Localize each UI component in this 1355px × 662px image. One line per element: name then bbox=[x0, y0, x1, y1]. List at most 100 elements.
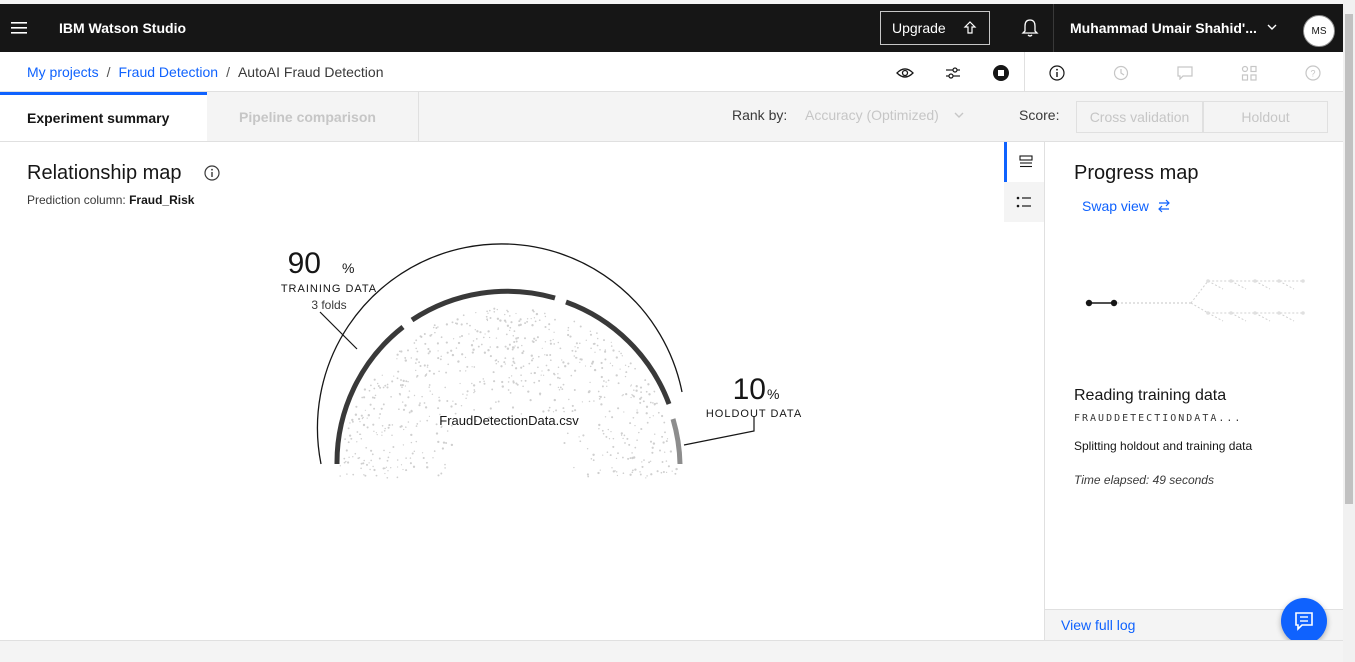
outer-arc bbox=[316, 243, 683, 465]
data-point bbox=[509, 329, 511, 332]
data-point bbox=[612, 470, 615, 473]
dataset-name[interactable]: FraudDetectionData.csv bbox=[439, 413, 579, 428]
data-point bbox=[437, 407, 440, 410]
data-point bbox=[566, 333, 570, 337]
data-point bbox=[649, 401, 652, 404]
breadcrumb-fraud-detection[interactable]: Fraud Detection bbox=[118, 64, 218, 80]
data-point bbox=[497, 327, 500, 329]
data-point bbox=[426, 366, 429, 368]
data-point bbox=[435, 423, 438, 426]
data-point bbox=[646, 475, 648, 477]
data-point bbox=[581, 401, 584, 403]
tab-pipeline-comparison[interactable]: Pipeline comparison bbox=[207, 92, 419, 141]
data-point bbox=[553, 398, 556, 402]
apps-icon[interactable] bbox=[1240, 64, 1258, 82]
settings-sliders-icon[interactable] bbox=[944, 64, 962, 82]
data-point bbox=[601, 366, 604, 370]
help-icon[interactable]: ? bbox=[1304, 64, 1322, 82]
chevron-down-icon[interactable] bbox=[953, 109, 965, 121]
data-point bbox=[599, 395, 602, 398]
data-point bbox=[347, 461, 350, 464]
data-point bbox=[579, 325, 582, 328]
data-point bbox=[409, 462, 412, 465]
data-point bbox=[569, 335, 572, 338]
data-point bbox=[450, 405, 453, 408]
holdout-button[interactable]: Holdout bbox=[1203, 101, 1328, 133]
time-elapsed: Time elapsed: 49 seconds bbox=[1074, 473, 1214, 487]
history-icon[interactable] bbox=[1112, 64, 1130, 82]
data-point bbox=[452, 400, 454, 402]
info-icon[interactable] bbox=[1048, 64, 1066, 82]
data-point bbox=[508, 315, 511, 317]
breadcrumb-bar: My projects / Fraud Detection / AutoAI F… bbox=[0, 52, 1343, 92]
app-brand[interactable]: IBM Watson Studio bbox=[59, 20, 186, 36]
data-point bbox=[620, 352, 622, 355]
data-point bbox=[507, 310, 509, 313]
data-point bbox=[514, 345, 516, 347]
tab-bar: Experiment summary Pipeline comparison R… bbox=[0, 92, 1343, 142]
cross-validation-button[interactable]: Cross validation bbox=[1076, 101, 1203, 133]
data-point bbox=[606, 385, 608, 387]
data-point bbox=[419, 402, 421, 404]
data-point bbox=[372, 465, 374, 468]
data-point bbox=[648, 393, 651, 396]
data-point bbox=[489, 317, 492, 319]
data-point bbox=[373, 387, 376, 390]
data-point bbox=[403, 428, 405, 431]
chat-button[interactable] bbox=[1281, 598, 1327, 644]
data-point bbox=[360, 462, 363, 465]
menu-icon[interactable] bbox=[0, 4, 38, 52]
data-point bbox=[371, 453, 374, 456]
rank-by-select[interactable]: Accuracy (Optimized) bbox=[805, 107, 939, 123]
view-full-log-link[interactable]: View full log bbox=[1061, 617, 1135, 633]
tab-experiment-summary[interactable]: Experiment summary bbox=[0, 92, 207, 141]
data-point bbox=[380, 407, 383, 410]
data-point bbox=[392, 446, 395, 448]
vertical-scrollbar[interactable] bbox=[1343, 0, 1355, 662]
data-point bbox=[612, 349, 615, 352]
upgrade-button[interactable]: Upgrade bbox=[880, 11, 990, 45]
data-point bbox=[465, 370, 467, 372]
data-point bbox=[622, 437, 624, 440]
panel-view-toggle[interactable] bbox=[1004, 142, 1044, 182]
data-point bbox=[634, 468, 637, 471]
data-point bbox=[617, 382, 620, 385]
data-point bbox=[384, 384, 387, 387]
swap-view-link[interactable]: Swap view bbox=[1082, 198, 1171, 214]
data-point bbox=[422, 456, 425, 460]
data-point bbox=[651, 446, 654, 449]
user-account-menu[interactable]: Muhammad Umair Shahid'... bbox=[1070, 4, 1257, 52]
data-point bbox=[553, 343, 556, 345]
data-point bbox=[472, 384, 476, 387]
data-point bbox=[619, 368, 621, 370]
data-point bbox=[609, 362, 612, 364]
data-point bbox=[415, 339, 418, 342]
avatar[interactable]: MS bbox=[1303, 15, 1335, 47]
data-point bbox=[412, 465, 416, 468]
data-point bbox=[514, 367, 518, 370]
data-point bbox=[462, 314, 465, 317]
data-point bbox=[522, 365, 525, 368]
data-point bbox=[533, 371, 536, 375]
list-view-toggle[interactable] bbox=[1004, 182, 1044, 222]
eye-icon[interactable] bbox=[896, 64, 914, 82]
data-point bbox=[363, 388, 367, 391]
data-point bbox=[424, 342, 427, 345]
stop-icon[interactable] bbox=[992, 64, 1010, 82]
data-point bbox=[429, 390, 431, 392]
notification-bell-icon[interactable] bbox=[1006, 4, 1054, 52]
data-point bbox=[548, 328, 550, 331]
data-point bbox=[483, 382, 486, 385]
data-point bbox=[436, 342, 439, 345]
scrollbar-thumb[interactable] bbox=[1345, 14, 1353, 504]
data-point bbox=[404, 385, 407, 387]
chevron-down-icon[interactable] bbox=[1266, 21, 1278, 33]
data-point bbox=[400, 379, 402, 381]
breadcrumb-my-projects[interactable]: My projects bbox=[27, 64, 99, 80]
data-point bbox=[577, 346, 579, 349]
data-point bbox=[653, 403, 656, 406]
data-point bbox=[387, 470, 389, 472]
comment-icon[interactable] bbox=[1176, 64, 1194, 82]
data-point bbox=[590, 458, 593, 460]
data-point bbox=[382, 403, 385, 406]
